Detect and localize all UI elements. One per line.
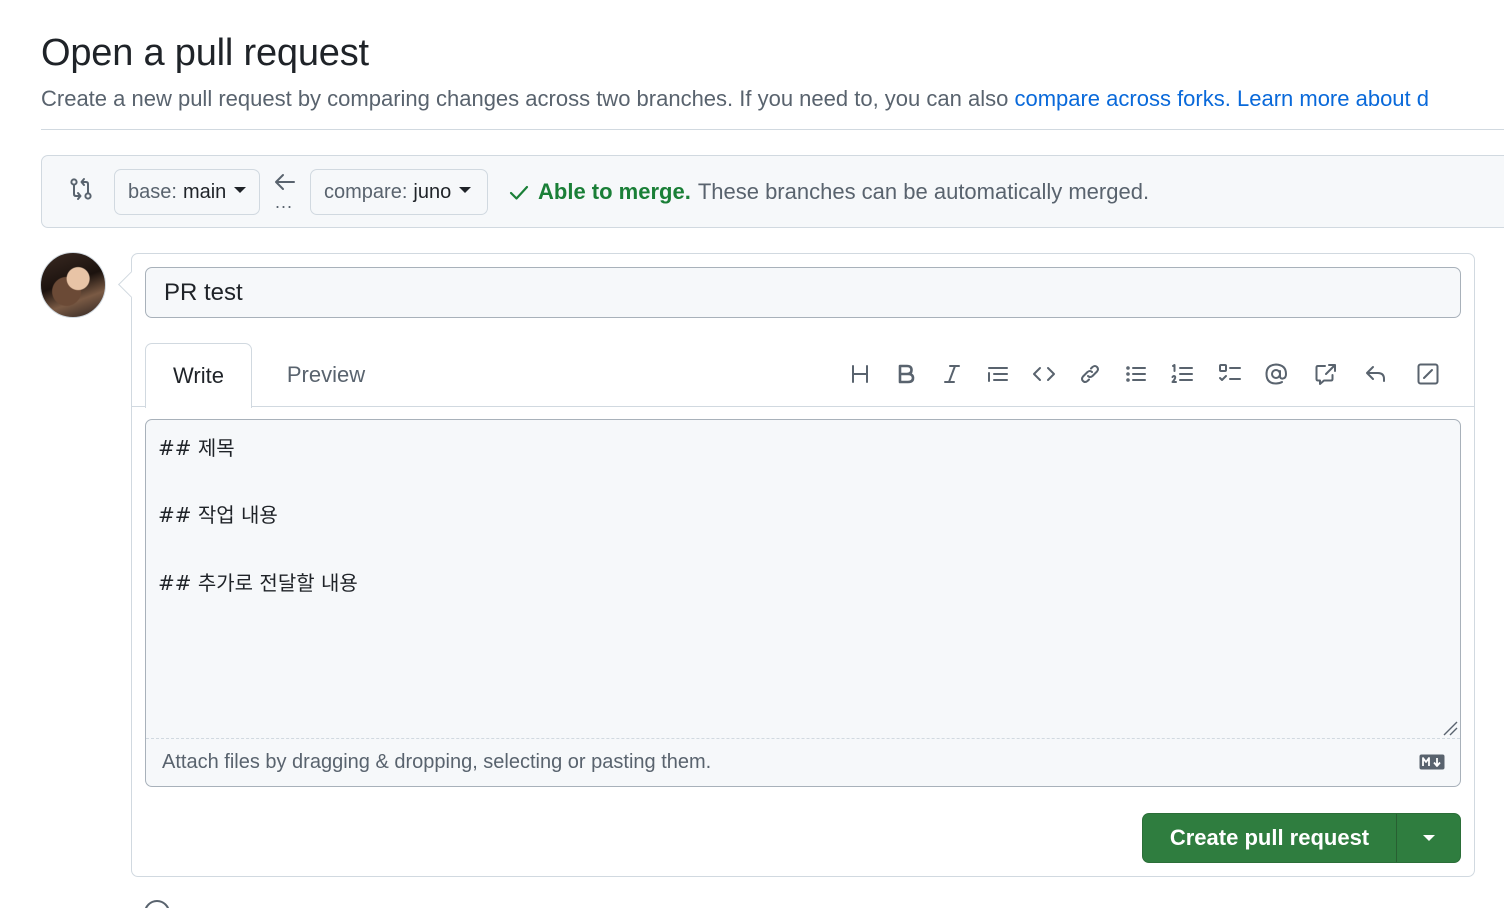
pr-body-textarea[interactable]: ## 제목 ## 작업 내용 ## 추가로 전달할 내용 <box>146 420 1460 739</box>
chevron-down-icon <box>1422 835 1435 841</box>
compare-branch-name: juno <box>413 180 452 203</box>
ordered-list-icon[interactable] <box>1169 361 1195 387</box>
tab-preview[interactable]: Preview <box>266 343 386 407</box>
page-subtitle: Create a new pull request by comparing c… <box>41 86 1429 112</box>
code-icon[interactable] <box>1031 361 1057 387</box>
chevron-down-icon <box>234 187 247 193</box>
info-icon <box>144 900 170 908</box>
link-icon[interactable] <box>1077 361 1103 387</box>
avatar[interactable] <box>40 252 106 318</box>
unordered-list-icon[interactable] <box>1123 361 1149 387</box>
arrow-left-icon <box>275 174 295 190</box>
quote-icon[interactable] <box>985 361 1011 387</box>
bold-icon[interactable] <box>893 361 919 387</box>
create-pull-request-button[interactable]: Create pull request <box>1142 813 1461 863</box>
create-pull-request-label: Create pull request <box>1169 825 1370 850</box>
compare-branch-prefix: compare: <box>324 180 408 203</box>
cross-reference-icon[interactable] <box>1313 361 1339 387</box>
base-branch-name: main <box>182 180 227 203</box>
editor-tabs: Write Preview <box>132 343 1474 408</box>
mention-icon[interactable] <box>1263 361 1289 387</box>
compare-forks-link[interactable]: compare across forks. <box>1014 86 1230 111</box>
markdown-toolbar <box>847 359 1441 389</box>
saved-replies-icon[interactable] <box>1363 361 1389 387</box>
create-options-dropdown[interactable] <box>1397 835 1460 841</box>
attach-files-hint: Attach files by dragging & dropping, sel… <box>162 751 712 773</box>
pr-title-input[interactable] <box>145 267 1461 318</box>
merge-ok-label: Able to merge. <box>538 179 691 204</box>
resize-handle-icon[interactable] <box>1442 720 1458 736</box>
pull-request-form: Write Preview <box>131 253 1475 877</box>
base-branch-prefix: base: <box>128 180 177 203</box>
merge-description: These branches can be automatically merg… <box>697 179 1150 204</box>
header-divider <box>41 129 1504 130</box>
compare-branch-select[interactable]: compare: juno <box>310 169 488 215</box>
check-icon <box>509 185 529 200</box>
attach-files-bar[interactable]: Attach files by dragging & dropping, sel… <box>146 738 1460 786</box>
git-compare-icon <box>70 178 92 200</box>
italic-icon[interactable] <box>939 361 965 387</box>
slash-commands-icon[interactable] <box>1415 361 1441 387</box>
base-branch-select[interactable]: base: main <box>114 169 260 215</box>
learn-more-link[interactable]: Learn more about d <box>1237 86 1429 111</box>
heading-icon[interactable] <box>847 361 873 387</box>
tab-write[interactable]: Write <box>145 343 252 408</box>
pr-body-editor: ## 제목 ## 작업 내용 ## 추가로 전달할 내용 Attach file… <box>145 419 1461 787</box>
merge-status: Able to merge. These branches can be aut… <box>508 179 1149 205</box>
markdown-icon[interactable] <box>1419 754 1445 770</box>
compare-bar: base: main ... compare: juno Able to mer… <box>41 155 1504 228</box>
subtitle-text: Create a new pull request by comparing c… <box>41 86 1015 111</box>
chevron-down-icon <box>459 187 472 193</box>
ellipsis-text: ... <box>275 192 294 212</box>
task-list-icon[interactable] <box>1217 361 1243 387</box>
page-title: Open a pull request <box>41 32 369 74</box>
